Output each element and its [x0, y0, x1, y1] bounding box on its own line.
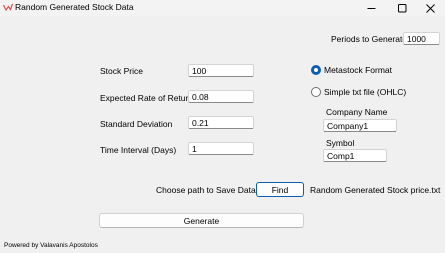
- close-button[interactable]: [415, 0, 445, 16]
- interval-input[interactable]: [188, 142, 254, 155]
- title-bar: Random Generated Stock Data: [0, 0, 445, 16]
- maximize-button[interactable]: [387, 0, 417, 16]
- company-name-input[interactable]: [323, 119, 397, 132]
- std-dev-input[interactable]: [188, 116, 254, 129]
- return-rate-label: Expected Rate of Return: [100, 93, 194, 103]
- std-dev-label: Standard Deviation: [100, 119, 173, 129]
- return-rate-input[interactable]: [188, 90, 254, 103]
- metastock-radio[interactable]: [311, 65, 321, 75]
- metastock-label[interactable]: Metastock Format: [324, 65, 392, 75]
- stock-price-label: Stock Price: [100, 66, 143, 76]
- stock-price-input[interactable]: [188, 64, 254, 77]
- simple-txt-radio[interactable]: [311, 87, 321, 97]
- company-name-label: Company Name: [326, 107, 388, 117]
- interval-label: Time Interval (Days): [100, 145, 177, 155]
- footer-credit: Powered by Valavanis Apostolos: [4, 242, 98, 249]
- periods-label: Periods to Generate: [331, 34, 408, 44]
- simple-txt-label[interactable]: Simple txt file (OHLC): [324, 87, 406, 97]
- periods-input[interactable]: [403, 32, 440, 45]
- window-title: Random Generated Stock Data: [15, 2, 134, 12]
- minimize-icon: [367, 7, 375, 9]
- symbol-input[interactable]: [323, 149, 387, 162]
- close-icon: [425, 3, 435, 13]
- generate-button[interactable]: Generate: [99, 213, 304, 228]
- maximize-icon: [397, 3, 406, 12]
- save-filename: Random Generated Stock price.txt: [310, 185, 441, 195]
- line-chart-icon: [3, 3, 13, 12]
- save-path-label: Choose path to Save Data: [156, 185, 256, 195]
- minimize-button[interactable]: [356, 0, 386, 16]
- find-button[interactable]: Find: [256, 182, 304, 197]
- symbol-label: Symbol: [326, 138, 355, 148]
